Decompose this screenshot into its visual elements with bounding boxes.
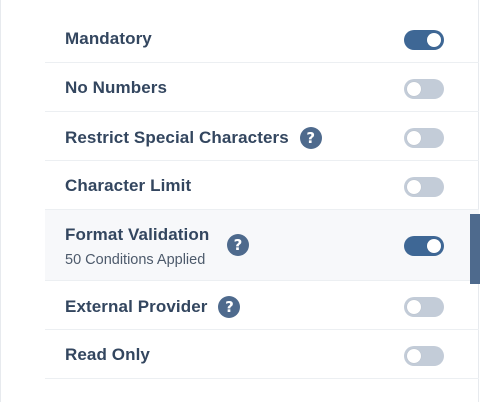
toggle-knob xyxy=(427,239,441,253)
read-only-toggle[interactable] xyxy=(404,346,444,366)
help-circle-icon[interactable]: ? xyxy=(218,296,241,318)
setting-row-external-provider: External Provider ? xyxy=(45,281,479,330)
setting-label-group: External Provider ? xyxy=(65,296,241,318)
settings-panel: Mandatory No Numbers Restrict Special Ch… xyxy=(0,0,480,402)
toggle-knob xyxy=(407,180,421,194)
setting-row-format-validation: Format Validation 50 Conditions Applied … xyxy=(45,210,479,281)
setting-label: Mandatory xyxy=(65,29,152,48)
setting-row-read-only: Read Only xyxy=(45,330,479,379)
setting-label: Read Only xyxy=(65,345,150,364)
toggle-knob xyxy=(407,131,421,145)
help-circle-icon[interactable]: ? xyxy=(227,234,249,256)
toggle-knob xyxy=(407,300,421,314)
setting-label: Format Validation xyxy=(65,225,210,244)
toggle-knob xyxy=(407,82,421,96)
setting-row-no-numbers: No Numbers xyxy=(45,63,479,112)
setting-row-mandatory: Mandatory xyxy=(45,14,479,63)
setting-row-character-limit: Character Limit xyxy=(45,161,479,210)
toggle-knob xyxy=(407,349,421,363)
settings-list: Mandatory No Numbers Restrict Special Ch… xyxy=(45,14,479,379)
setting-sublabel: 50 Conditions Applied xyxy=(65,252,206,268)
scrollbar-thumb[interactable] xyxy=(470,214,480,284)
setting-label: Restrict Special Characters xyxy=(65,128,289,147)
setting-label-group: Restrict Special Characters ? xyxy=(65,127,322,149)
no-numbers-toggle[interactable] xyxy=(404,79,444,99)
setting-row-restrict-special-characters: Restrict Special Characters ? xyxy=(45,112,479,161)
external-provider-toggle[interactable] xyxy=(404,297,444,317)
setting-label: External Provider xyxy=(65,297,208,316)
setting-label: No Numbers xyxy=(65,78,168,97)
restrict-special-characters-toggle[interactable] xyxy=(404,128,444,148)
format-validation-toggle[interactable] xyxy=(404,236,444,256)
help-circle-icon[interactable]: ? xyxy=(299,127,322,149)
mandatory-toggle[interactable] xyxy=(404,30,444,50)
toggle-knob xyxy=(427,33,441,47)
setting-label: Character Limit xyxy=(65,176,192,195)
character-limit-toggle[interactable] xyxy=(404,177,444,197)
